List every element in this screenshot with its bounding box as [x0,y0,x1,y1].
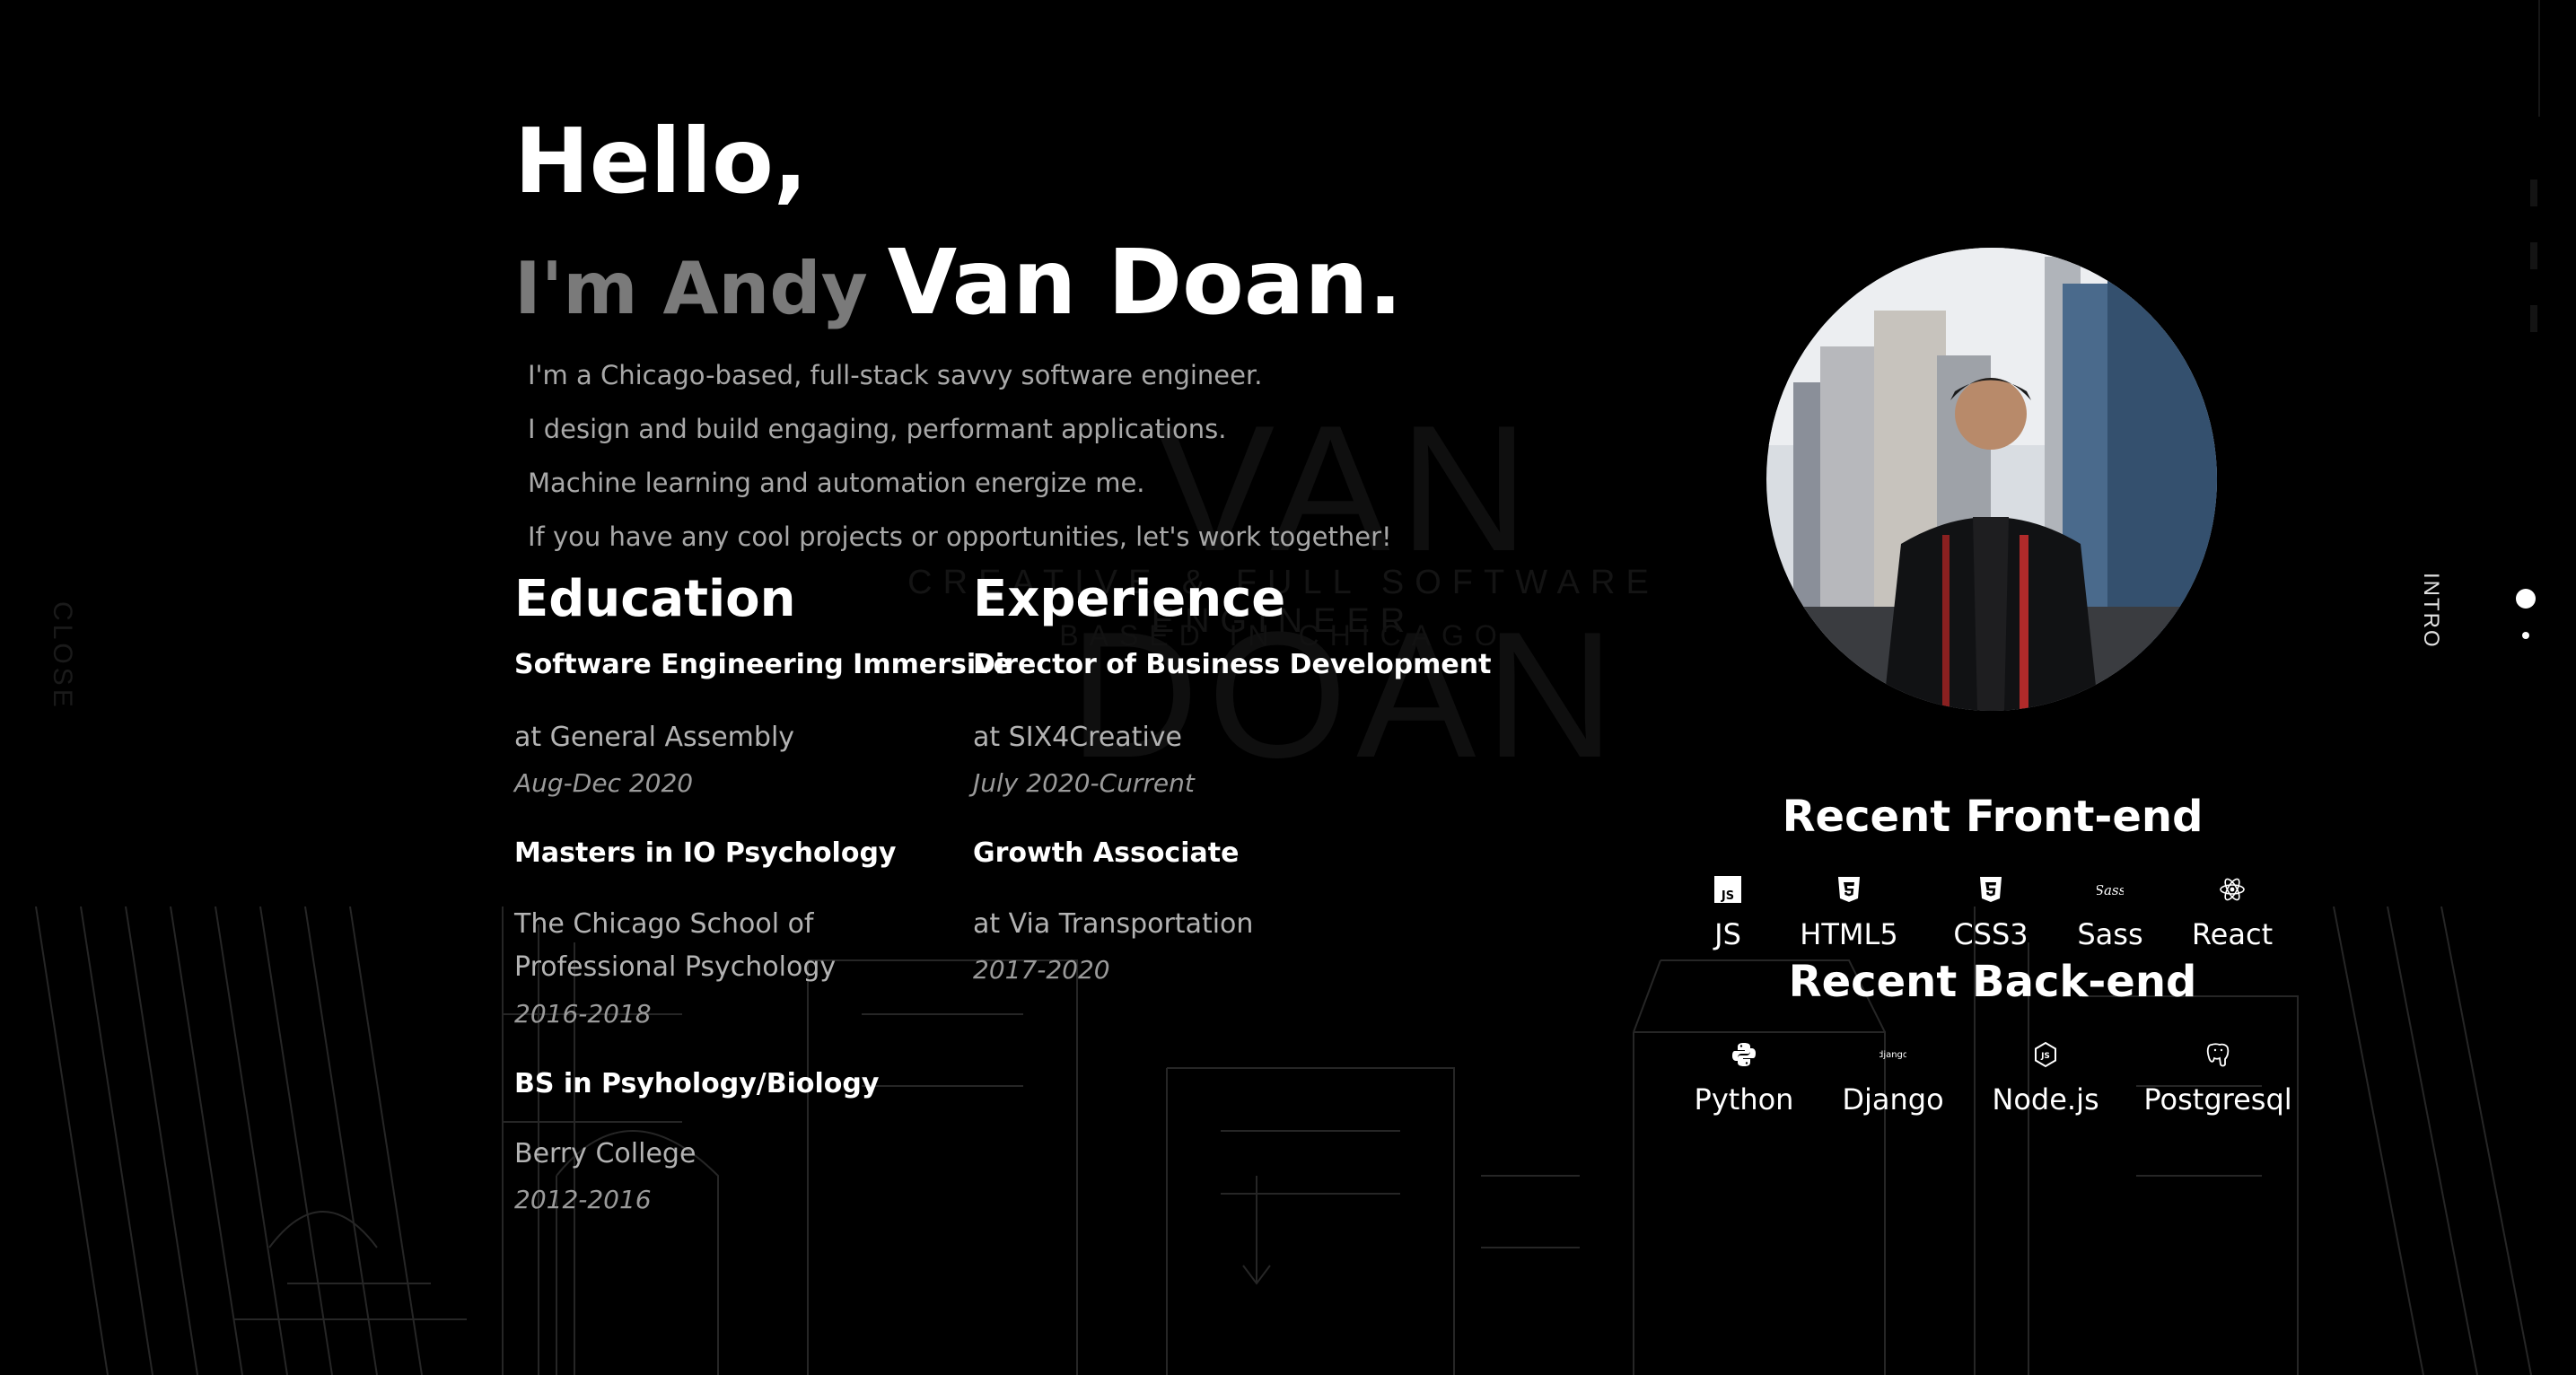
education-date: 2016-2018 [514,999,652,1029]
side-close-label: CLOSE [48,601,77,711]
svg-text:JS: JS [2040,1052,2050,1061]
skill-label: React [2191,917,2274,951]
experience-heading: Experience [973,570,1286,628]
bio-block: I'm a Chicago-based, full-stack savvy so… [528,355,1392,571]
skill-label: Django [1842,1082,1944,1117]
backend-heading: Recent Back-end [1788,957,2197,1007]
bio-line: Machine learning and automation energize… [528,468,1145,498]
intro-heading: I'm Andy Van Doan. [514,238,1403,328]
greeting-heading: Hello, [514,109,808,214]
skill-html5: HTML5 [1773,876,1925,951]
skill-label: Python [1694,1082,1794,1117]
avatar [1766,248,2217,711]
sass-icon: Sass [2097,882,2124,898]
skill-label: HTML5 [1800,917,1898,951]
experience-role: Director of Business Development [973,649,1492,680]
intro-prefix: I'm Andy [514,247,868,330]
svg-text:JS: JS [1721,889,1734,903]
bio-line: I design and build engaging, performant … [528,414,1227,444]
skill-label: Postgresql [2143,1082,2292,1117]
nodejs-icon: JS [2035,1041,2056,1068]
section-nav-label: INTRO [2419,573,2443,649]
education-org: at General Assembly [514,722,795,753]
intro-name: Van Doan. [887,230,1403,335]
experience-date: 2017-2020 [973,955,1110,985]
education-heading: Education [514,570,796,628]
css3-icon [1980,877,2002,902]
side-divider [2538,0,2540,117]
experience-org: at Via Transportation [973,908,1254,940]
skill-python: Python [1668,1041,1820,1117]
experience-date: July 2020-Current [973,768,1195,798]
skill-postgresql: Postgresql [2142,1041,2294,1117]
js-icon: JS [1714,876,1741,903]
react-icon [2220,878,2245,901]
section-nav-dot-active[interactable] [2516,589,2536,609]
experience-role: Growth Associate [973,837,1240,869]
django-icon: django [1879,1050,1906,1060]
skill-nodejs: JS Node.js [1969,1041,2122,1117]
education-org: Berry College [514,1138,697,1169]
bio-line: I'm a Chicago-based, full-stack savvy so… [528,360,1263,390]
side-bar-icon [2530,242,2537,269]
side-bar-icon [2530,180,2537,206]
experience-org: at SIX4Creative [973,722,1182,753]
education-role: Software Engineering Immersive [514,649,1012,680]
bio-line: If you have any cool projects or opportu… [528,521,1392,552]
skill-django: django Django [1817,1041,1969,1117]
skill-react: React [2156,876,2309,951]
svg-text:Sass: Sass [2097,882,2124,898]
svg-text:django: django [1879,1050,1906,1060]
education-role: BS in Psyhology/Biology [514,1068,880,1099]
education-date: 2012-2016 [514,1185,652,1214]
skill-label: Node.js [1992,1082,2099,1117]
education-org: The Chicago School of Professional Psych… [514,908,837,983]
html5-icon [1838,877,1860,902]
postgresql-icon [2206,1043,2230,1067]
education-date: Aug-Dec 2020 [514,768,694,798]
python-icon [1732,1043,1756,1066]
side-bar-icon [2530,305,2537,332]
education-role: Masters in IO Psychology [514,837,897,869]
side-icon-strip [2520,180,2547,368]
frontend-heading: Recent Front-end [1782,792,2204,842]
section-nav-dot[interactable] [2522,632,2529,639]
